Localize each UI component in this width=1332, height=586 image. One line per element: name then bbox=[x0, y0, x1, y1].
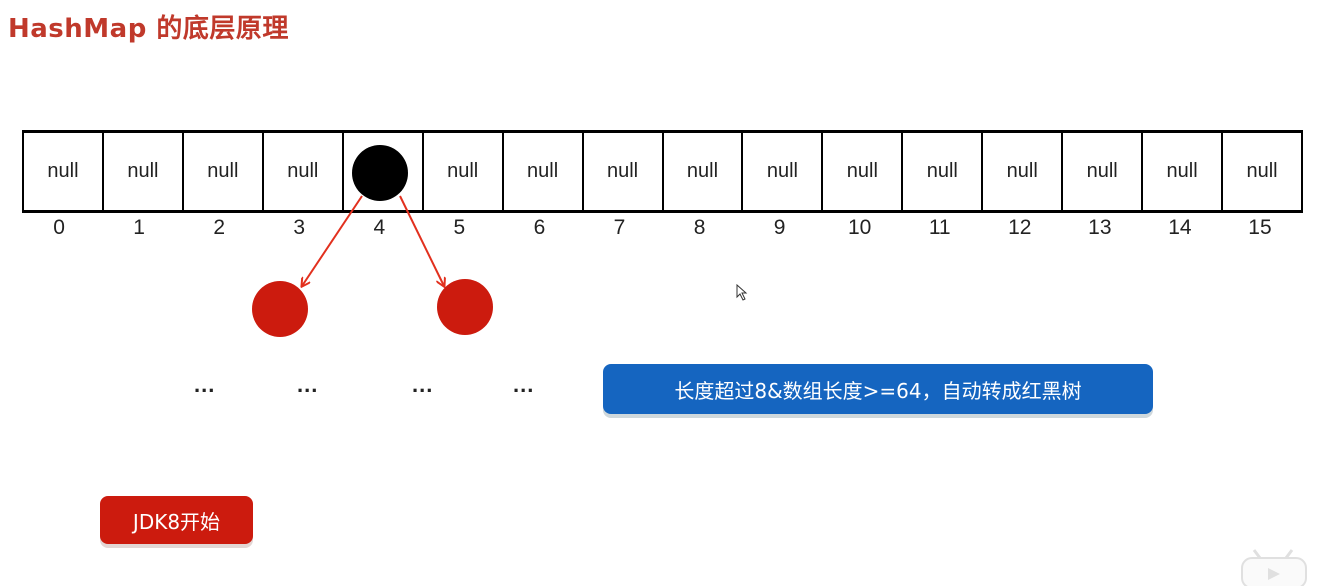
tree-root-node bbox=[352, 145, 408, 201]
ellipsis: ... bbox=[194, 372, 216, 397]
player-logo-icon bbox=[1241, 549, 1307, 586]
mouse-cursor-icon bbox=[736, 284, 748, 301]
tree-child-node-right bbox=[437, 279, 493, 335]
ellipsis: ... bbox=[513, 372, 535, 397]
ellipsis: ... bbox=[297, 372, 319, 397]
jdk8-tag: JDK8开始 bbox=[100, 496, 253, 544]
ellipsis: ... bbox=[412, 372, 434, 397]
tree-edge-left bbox=[302, 195, 363, 286]
tree-edge-right bbox=[399, 195, 444, 286]
treeify-condition-callout: 长度超过8&数组长度>=64，自动转成红黑树 bbox=[603, 364, 1153, 414]
tree-child-node-left bbox=[252, 281, 308, 337]
